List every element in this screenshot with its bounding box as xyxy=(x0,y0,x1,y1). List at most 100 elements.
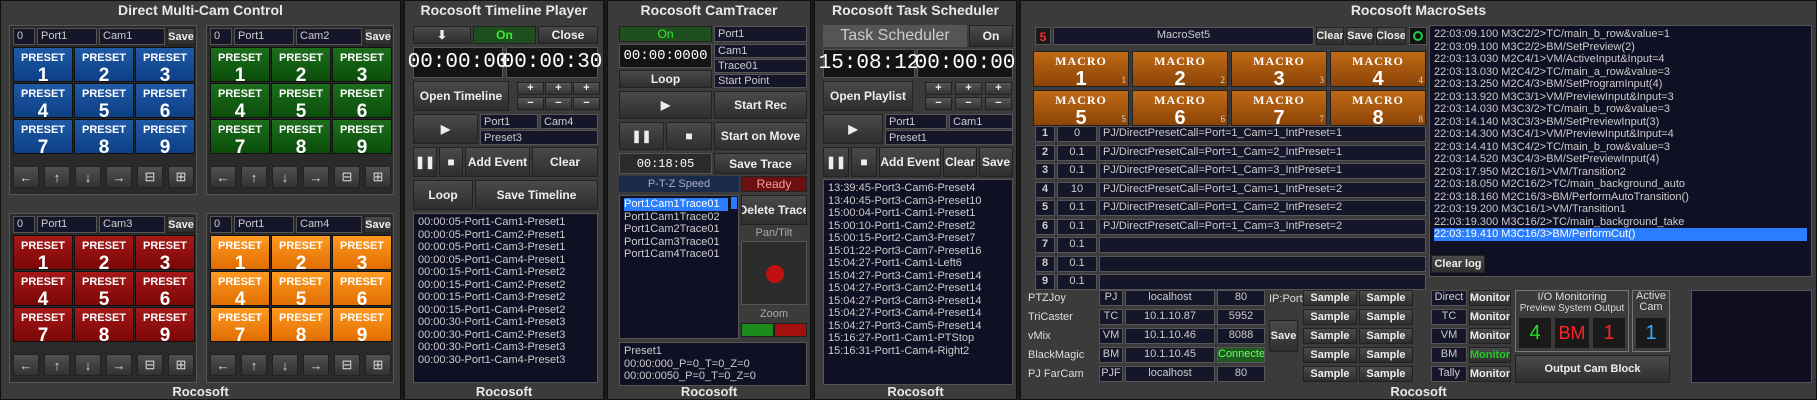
zoom-slider-red[interactable] xyxy=(774,323,807,337)
preset-button[interactable]: PRESET 4 xyxy=(210,83,270,121)
preset-button[interactable]: PRESET 1 xyxy=(210,47,270,85)
task-item[interactable]: 15:04:27-Port3-Cam4-Preset14 xyxy=(828,307,1008,320)
preset-button[interactable]: PRESET 6 xyxy=(135,271,195,309)
minus-button[interactable]: − xyxy=(925,97,952,110)
zoom-in-icon[interactable]: ⊞ xyxy=(365,354,391,376)
preset-button[interactable]: PRESET 1 xyxy=(13,47,73,85)
timeline-item[interactable]: 00:00:05-Port1-Cam1-Preset1 xyxy=(418,216,593,229)
monitor-button[interactable]: Monitor xyxy=(1469,347,1511,363)
trace-scrollbar[interactable] xyxy=(731,197,737,209)
log-entry[interactable]: 22:03:13.030 M2C4/2>TC/main_a_row&value=… xyxy=(1434,66,1807,79)
timeline-item[interactable]: 00:00:30-Port1-Cam2-Preset3 xyxy=(418,329,593,342)
task-list[interactable]: 13:39:45-Port3-Cam6-Preset4 13:40:45-Port… xyxy=(823,179,1013,385)
task-item[interactable]: 15:04:27-Port3-Cam3-Preset14 xyxy=(828,295,1008,308)
port-field[interactable]: Port1 xyxy=(234,216,294,233)
preset-button[interactable]: PRESET 1 xyxy=(210,235,270,273)
preset-button[interactable]: PRESET 6 xyxy=(332,83,392,121)
zoom-out-icon[interactable]: ⊟ xyxy=(334,166,360,188)
timeline-item[interactable]: 00:00:30-Port1-Cam4-Preset3 xyxy=(418,354,593,367)
save-button[interactable]: Save xyxy=(364,28,392,45)
pause-button[interactable]: ❚❚ xyxy=(823,147,849,177)
plus-button[interactable]: + xyxy=(517,82,544,95)
save-button[interactable]: Save xyxy=(364,216,392,233)
clear-button[interactable]: Clear xyxy=(943,147,977,177)
plus-button[interactable]: + xyxy=(955,82,982,95)
macroset-name[interactable]: MacroSet5 xyxy=(1053,27,1314,45)
device-port[interactable]: 80 xyxy=(1217,290,1265,306)
stop-button[interactable]: ■ xyxy=(439,147,463,177)
port-field[interactable]: Port1 xyxy=(480,114,538,129)
sample-button[interactable]: Sample xyxy=(1303,347,1357,363)
monitor-button[interactable]: Monitor xyxy=(1469,290,1511,306)
macro-row-delay[interactable]: 0.1 xyxy=(1057,274,1097,290)
preset-button[interactable]: PRESET 8 xyxy=(74,119,134,157)
sample-button[interactable]: Sample xyxy=(1303,309,1357,325)
device-port[interactable]: 8088 xyxy=(1217,328,1265,344)
device-code[interactable]: PJ xyxy=(1099,290,1123,306)
trace-item[interactable]: Port1Cam2Trace01 xyxy=(624,223,728,236)
preset-button[interactable]: PRESET 9 xyxy=(332,307,392,345)
macro-row-command[interactable]: PJ/DirectPresetCall=Port=1_Cam=2_IntPres… xyxy=(1099,144,1426,161)
plus-button[interactable]: + xyxy=(573,82,600,95)
device-host[interactable]: localhost xyxy=(1125,290,1215,306)
on-toggle[interactable]: On xyxy=(619,26,712,42)
preset-button[interactable]: PRESET 5 xyxy=(271,83,331,121)
stop-button[interactable]: ■ xyxy=(666,122,712,150)
cam-field[interactable]: Cam3 xyxy=(99,216,165,233)
trace-item[interactable]: Port1Cam3Trace01 xyxy=(624,236,728,249)
macro-row-command[interactable]: PJ/DirectPresetCall=Port=1_Cam=2_IntPres… xyxy=(1099,200,1426,216)
task-item[interactable]: 13:39:45-Port3-Cam6-Preset4 xyxy=(828,182,1008,195)
macro-button[interactable]: MACRO 3 3 xyxy=(1231,51,1327,89)
device-port[interactable]: 5952 xyxy=(1217,309,1265,325)
task-item[interactable]: 15:01:22-Port3-Cam7-Preset16 xyxy=(828,245,1008,258)
log-entry[interactable]: 22:03:14.300 M3C4/1>VM/PreviewInput&Inpu… xyxy=(1434,128,1807,141)
preset-button[interactable]: PRESET 1 xyxy=(13,235,73,273)
zoom-out-icon[interactable]: ⊟ xyxy=(334,354,360,376)
preset-button[interactable]: PRESET 3 xyxy=(135,235,195,273)
task-item[interactable]: 15:04:27-Port3-Cam1-Preset14 xyxy=(828,270,1008,283)
save-button[interactable]: Save xyxy=(1346,27,1374,45)
trace-list[interactable]: Port1Cam1Trace01 Port1Cam1Trace02 Port1Cam… xyxy=(619,195,739,339)
preset-button[interactable]: PRESET 6 xyxy=(332,271,392,309)
port-field[interactable]: Port1 xyxy=(37,216,97,233)
log-entry[interactable]: 22:03:18.160 M2C16/3>BM/PerformAutoTrans… xyxy=(1434,191,1807,204)
task-item[interactable]: 15:00:04-Port1-Cam1-Preset1 xyxy=(828,207,1008,220)
up-arrow-icon[interactable]: ↑ xyxy=(241,354,267,376)
preset-button[interactable]: PRESET 7 xyxy=(210,119,270,157)
device-host[interactable]: 10.1.10.46 xyxy=(1125,328,1215,344)
macro-button[interactable]: MACRO 8 8 xyxy=(1330,90,1426,128)
macro-row-command[interactable] xyxy=(1099,255,1426,272)
up-arrow-icon[interactable]: ↑ xyxy=(44,354,70,376)
right-arrow-icon[interactable]: → xyxy=(303,354,329,376)
macro-row-delay[interactable]: 0.1 xyxy=(1057,218,1097,235)
loop-button[interactable]: Loop xyxy=(619,70,712,88)
left-arrow-icon[interactable]: ← xyxy=(210,166,236,188)
play-button[interactable]: ▶ xyxy=(413,114,478,144)
up-arrow-icon[interactable]: ↑ xyxy=(44,166,70,188)
preset-button[interactable]: PRESET 5 xyxy=(74,271,134,309)
monitor-button[interactable]: Monitor xyxy=(1469,309,1511,325)
device-host[interactable]: 10.1.10.45 xyxy=(1125,347,1215,363)
macro-row-number[interactable]: 4 xyxy=(1035,181,1055,198)
preset-button[interactable]: PRESET 7 xyxy=(13,119,73,157)
cam-field[interactable]: Cam2 xyxy=(296,28,362,45)
right-arrow-icon[interactable]: → xyxy=(106,354,132,376)
log-entry[interactable]: 22:03:14.520 M3C4/3>BM/SetPreviewInput(4… xyxy=(1434,153,1807,166)
minus-button[interactable]: − xyxy=(545,97,572,110)
sample-button[interactable]: Sample xyxy=(1303,290,1357,306)
preset-button[interactable]: PRESET 8 xyxy=(74,307,134,345)
log-entry[interactable]: 22:03:14.410 M3C4/2>TC/main_b_row&value=… xyxy=(1434,141,1807,154)
macro-row-delay[interactable]: 0.1 xyxy=(1057,144,1097,161)
macro-row-command[interactable] xyxy=(1099,274,1426,290)
pause-button[interactable]: ❚❚ xyxy=(413,147,437,177)
macro-button[interactable]: MACRO 2 2 xyxy=(1132,51,1228,89)
log-entry[interactable]: 22:03:17.950 M2C16/1>VM/Transition2 xyxy=(1434,166,1807,179)
cam-field[interactable]: Cam1 xyxy=(99,28,165,45)
zoom-in-icon[interactable]: ⊞ xyxy=(168,354,194,376)
device-code[interactable]: TC xyxy=(1099,309,1123,325)
macro-button[interactable]: MACRO 1 1 xyxy=(1033,51,1129,89)
macro-row-number[interactable]: 8 xyxy=(1035,255,1055,272)
task-item[interactable]: 15:16:31-Port1-Cam4-Right2 xyxy=(828,345,1008,358)
save-button[interactable]: Save xyxy=(167,216,195,233)
cam-number-field[interactable]: 0 xyxy=(13,28,35,45)
